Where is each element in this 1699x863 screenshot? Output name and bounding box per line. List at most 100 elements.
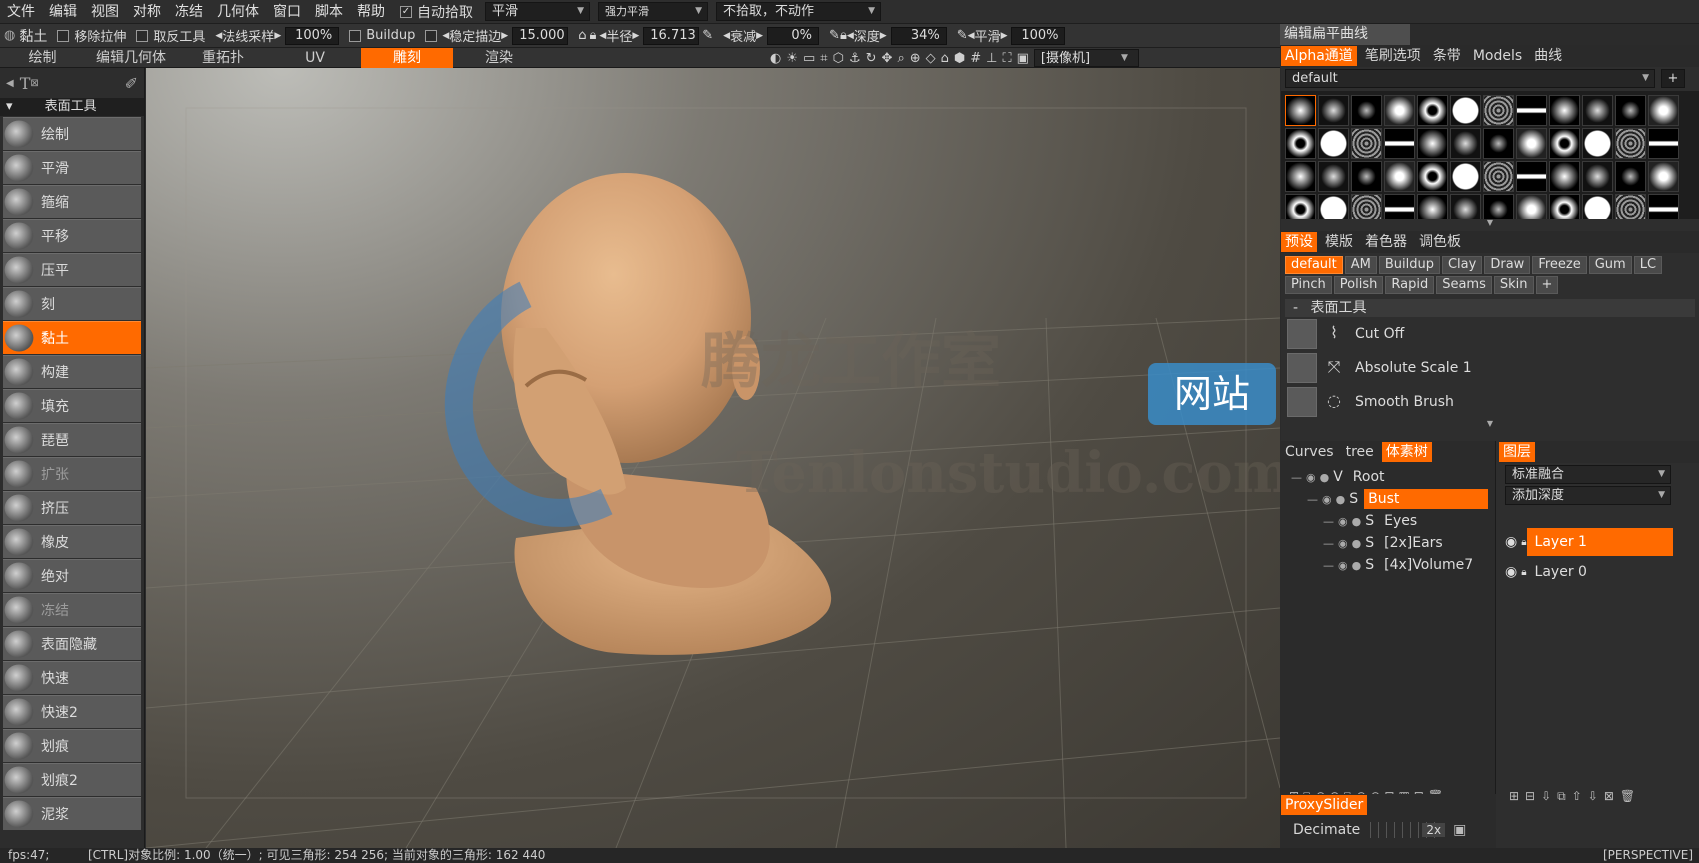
- room-tab[interactable]: 重拓扑: [177, 48, 269, 68]
- paint-icon[interactable]: ⬡: [833, 51, 844, 66]
- menu-item[interactable]: 编辑: [42, 0, 84, 24]
- arrow-left-icon[interactable]: ◀: [968, 31, 975, 41]
- arrow-right-icon[interactable]: ▶: [1001, 31, 1008, 41]
- alpha-thumbnail[interactable]: [1582, 128, 1613, 159]
- alpha-thumbnail[interactable]: [1384, 194, 1415, 219]
- panel-tab[interactable]: 预设: [1281, 232, 1317, 252]
- arrow-left-icon[interactable]: ◀: [442, 31, 449, 41]
- eye-icon[interactable]: ◉: [1505, 534, 1517, 550]
- smooth-mode-select[interactable]: 平滑 ▼: [485, 2, 590, 21]
- preset-chip[interactable]: AM: [1344, 256, 1377, 274]
- alpha-thumbnail[interactable]: [1648, 95, 1679, 126]
- normal-sampling-input[interactable]: 100%: [285, 26, 340, 45]
- alpha-thumbnail[interactable]: [1582, 161, 1613, 192]
- autopick-checkbox[interactable]: ✓: [400, 5, 412, 18]
- panel-tab[interactable]: Alpha通道: [1281, 46, 1357, 66]
- preset-chip[interactable]: Clay: [1441, 256, 1483, 274]
- eye-icon[interactable]: ◉: [1338, 515, 1348, 528]
- preset-chip[interactable]: LC: [1633, 256, 1663, 274]
- panel-tab[interactable]: 笔刷选项: [1361, 46, 1425, 66]
- tool-item[interactable]: 黏土: [3, 321, 141, 354]
- preset-chip[interactable]: Freeze: [1532, 256, 1587, 274]
- tool-item[interactable]: 划痕2: [3, 763, 141, 796]
- room-tab[interactable]: UV: [269, 48, 361, 68]
- frame-icon[interactable]: ▭: [803, 51, 815, 66]
- alpha-thumbnail[interactable]: [1384, 161, 1415, 192]
- grid2-icon[interactable]: #: [970, 51, 981, 66]
- alpha-thumbnail[interactable]: [1417, 194, 1448, 219]
- tool-item[interactable]: 箍缩: [3, 185, 141, 218]
- fullscreen-icon[interactable]: ⛶: [1003, 51, 1012, 66]
- strong-smooth-select[interactable]: 强力平滑 ▼: [598, 2, 708, 21]
- pen-icon[interactable]: ✎: [702, 28, 713, 43]
- eye-icon[interactable]: ◉: [1338, 559, 1348, 572]
- image-icon[interactable]: ▣: [1017, 51, 1029, 66]
- tool-item[interactable]: 划痕: [3, 729, 141, 762]
- alpha-thumbnail[interactable]: [1549, 161, 1580, 192]
- rotate-icon[interactable]: ↻: [866, 51, 877, 66]
- add-preset-button[interactable]: +: [1535, 276, 1559, 294]
- alpha-thumbnail[interactable]: [1351, 95, 1382, 126]
- shading-icon[interactable]: ◐: [770, 51, 781, 66]
- alpha-preset-select[interactable]: default ▼: [1285, 68, 1655, 88]
- tab-proxy-slider[interactable]: ProxySlider: [1281, 795, 1368, 815]
- text-tool-icon[interactable]: T: [20, 74, 31, 93]
- alpha-thumbnail[interactable]: [1450, 161, 1481, 192]
- panel-tab[interactable]: 着色器: [1361, 232, 1411, 252]
- cube-icon[interactable]: ⬢: [954, 51, 965, 66]
- depth-input[interactable]: 34%: [890, 26, 947, 45]
- preset-chip[interactable]: Polish: [1333, 276, 1384, 294]
- arrow-right-icon[interactable]: ▶: [880, 31, 887, 41]
- proxy-icon[interactable]: ▣: [1453, 822, 1466, 838]
- panel-tab[interactable]: 体素树: [1381, 442, 1432, 462]
- invert-tool-checkbox[interactable]: [136, 29, 149, 42]
- panel-tab[interactable]: 模版: [1321, 232, 1357, 252]
- alpha-thumbnail[interactable]: [1417, 95, 1448, 126]
- eye-icon[interactable]: ◉: [1505, 564, 1517, 580]
- alpha-thumbnail[interactable]: [1483, 128, 1514, 159]
- ghost-icon[interactable]: ●: [1352, 559, 1362, 572]
- alpha-thumbnail[interactable]: [1450, 128, 1481, 159]
- alpha-thumbnail[interactable]: [1648, 161, 1679, 192]
- alpha-thumbnail[interactable]: [1615, 95, 1646, 126]
- tool-item[interactable]: 绘制: [3, 117, 141, 150]
- arrow-left-icon[interactable]: ◀: [723, 31, 730, 41]
- alpha-thumbnail[interactable]: [1615, 161, 1646, 192]
- arrow-left-icon[interactable]: ◀: [599, 31, 606, 41]
- menu-item[interactable]: 脚本: [308, 0, 350, 24]
- tool-item[interactable]: 刻: [3, 287, 141, 320]
- panel-tab[interactable]: 调色板: [1415, 232, 1465, 252]
- fit-icon[interactable]: ⊕: [910, 51, 921, 66]
- stabilize-input[interactable]: 15.000: [512, 26, 569, 45]
- tool-item[interactable]: 冻结: [3, 593, 141, 626]
- light-icon[interactable]: ☀: [786, 51, 798, 66]
- buildup-checkbox[interactable]: [349, 29, 362, 42]
- alpha-thumbnail[interactable]: [1285, 95, 1316, 126]
- room-tab[interactable]: 雕刻: [361, 47, 453, 68]
- alpha-thumbnail[interactable]: [1483, 161, 1514, 192]
- alpha-thumbnail[interactable]: [1318, 95, 1349, 126]
- preset-chip[interactable]: Seams: [1436, 276, 1492, 294]
- blend-mode-select[interactable]: 标准融合 ▼: [1505, 465, 1671, 484]
- axis-icon[interactable]: ⊥: [986, 51, 997, 66]
- preset-chip[interactable]: default: [1285, 256, 1343, 274]
- layer-toolbar[interactable]: ⊞⊟⇩⧉⇧⇩⊠🗑︎: [1509, 789, 1641, 804]
- tool-item[interactable]: 快速: [3, 661, 141, 694]
- room-tab[interactable]: 渲染: [453, 48, 545, 68]
- tab-layers[interactable]: 图层: [1499, 442, 1535, 462]
- menu-item[interactable]: 对称: [126, 0, 168, 24]
- move-icon[interactable]: ✥: [882, 51, 893, 66]
- alpha-thumbnail[interactable]: [1549, 194, 1580, 219]
- panel-tab[interactable]: tree: [1342, 442, 1378, 462]
- alpha-thumbnail[interactable]: [1549, 95, 1580, 126]
- alpha-thumbnail[interactable]: [1351, 128, 1382, 159]
- ortho-icon[interactable]: ◇: [926, 51, 936, 66]
- alpha-thumbnail[interactable]: [1516, 161, 1547, 192]
- no-pick-select[interactable]: 不拾取，不动作 ▼: [716, 2, 881, 21]
- expand-arrow-icon[interactable]: ▼: [1281, 219, 1699, 227]
- arrow-right-icon[interactable]: ▶: [501, 31, 508, 41]
- expand-arrow-icon[interactable]: ▼: [1281, 419, 1699, 429]
- tool-item[interactable]: 挤压: [3, 491, 141, 524]
- zoom-icon[interactable]: ⌕: [897, 51, 904, 66]
- falloff-input[interactable]: 0%: [767, 26, 820, 45]
